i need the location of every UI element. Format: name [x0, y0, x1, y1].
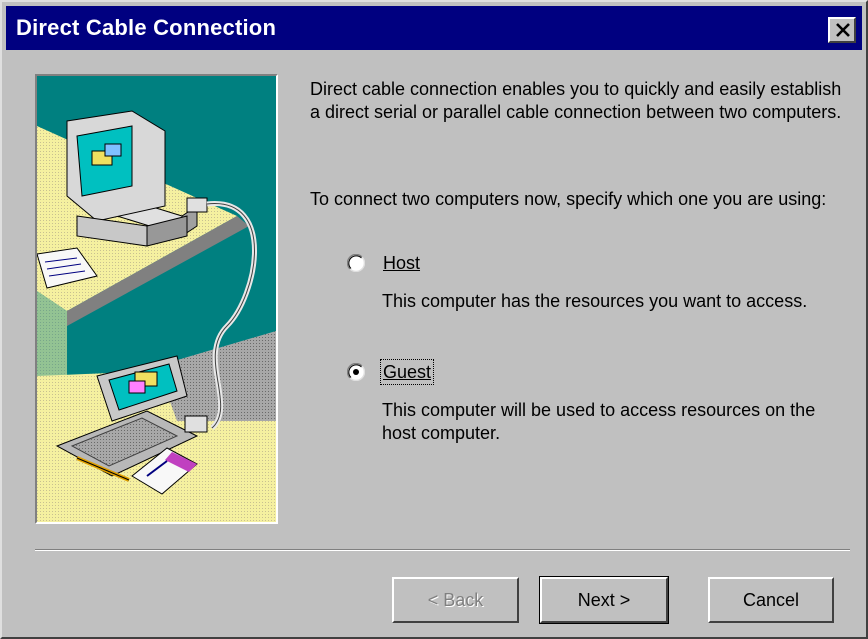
guest-label[interactable]: Guest: [379, 359, 435, 385]
host-description: This computer has the resources you want…: [382, 291, 808, 311]
cable-connection-illustration: [35, 74, 278, 524]
dialog-window: Direct Cable Connection Direct cable con…: [0, 0, 868, 639]
guest-radio-option[interactable]: Guest: [347, 359, 647, 385]
intro-text: Direct cable connection enables you to q…: [310, 79, 842, 122]
guest-description: This computer will be used to access res…: [382, 400, 816, 443]
next-button[interactable]: Next >: [539, 576, 669, 624]
separator: [35, 549, 850, 551]
cancel-button[interactable]: Cancel: [708, 577, 834, 623]
back-button[interactable]: < Back: [392, 577, 519, 623]
radio-selected-icon[interactable]: [347, 363, 365, 381]
close-icon: [836, 23, 850, 37]
window-title: Direct Cable Connection: [16, 15, 277, 40]
host-radio-option[interactable]: Host: [347, 251, 647, 275]
close-button[interactable]: [828, 17, 856, 43]
host-label[interactable]: Host: [381, 251, 422, 275]
title-bar[interactable]: Direct Cable Connection: [6, 6, 862, 50]
instruction-text: To connect two computers now, specify wh…: [310, 189, 827, 209]
radio-unselected-icon[interactable]: [347, 254, 365, 272]
